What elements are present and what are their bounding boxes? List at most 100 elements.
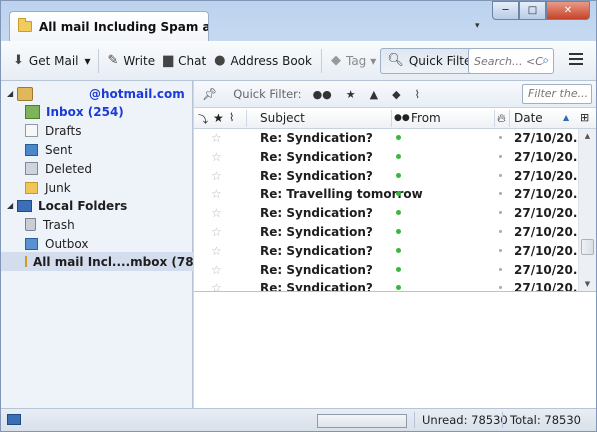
star-column-icon[interactable]: ★ [213, 111, 224, 125]
message-row[interactable]: ☆ Re: Travelling tomorrow 27/10/20... [194, 185, 578, 204]
star-icon[interactable]: ☆ [211, 169, 222, 183]
local-folders-label: Local Folders [38, 198, 128, 213]
unread-dot-icon[interactable] [396, 285, 401, 291]
junk-status-dot[interactable] [499, 136, 502, 139]
message-row[interactable]: ☆ Re: Syndication? 27/10/20... [194, 204, 578, 223]
star-icon[interactable]: ☆ [211, 131, 222, 145]
tag-filter-icon[interactable]: ◆ [392, 88, 400, 101]
folder-deleted[interactable]: Deleted [25, 159, 92, 178]
star-icon[interactable]: ☆ [211, 150, 222, 164]
folder-label: Drafts [45, 123, 82, 138]
message-preview-pane [194, 291, 596, 408]
junk-status-dot[interactable] [499, 173, 502, 177]
filter-placeholder: Filter the... [528, 87, 589, 100]
menu-bar-line [569, 53, 583, 55]
toolbar-separator [320, 48, 322, 73]
pin-icon[interactable]: 📌︎ [202, 87, 217, 101]
column-picker-icon[interactable]: ⊞ [580, 111, 589, 124]
junk-column-icon[interactable]: 🔥︎ [497, 111, 506, 126]
address-book-button[interactable]: ● Address Book [210, 48, 316, 74]
message-subject: Re: Syndication? [260, 224, 373, 239]
attachment-column-icon[interactable]: ⌇ [229, 111, 234, 124]
folder-label: Junk [45, 180, 71, 195]
unread-dot-icon[interactable] [396, 153, 401, 159]
collapse-triangle-icon[interactable]: ◢ [7, 201, 15, 210]
folder-junk[interactable]: Junk [25, 178, 71, 197]
chevron-down-icon: ▾ [84, 53, 91, 68]
star-icon[interactable]: ☆ [211, 206, 222, 220]
folder-all-mail-mbox[interactable]: All mail Incl....mbox (78530) [1, 252, 224, 271]
starred-filter-icon[interactable]: ★ [346, 88, 356, 101]
app-window: All mail Including Spam and ... ▾ ─ □ ✕ … [0, 0, 597, 432]
maximize-button[interactable]: □ [519, 1, 546, 20]
write-button[interactable]: ✎ Write [104, 48, 160, 74]
column-separator [391, 110, 392, 127]
tab-list-dropdown-icon[interactable]: ▾ [475, 21, 480, 31]
read-column-icon[interactable]: ●● [394, 113, 410, 123]
thread-column-icon[interactable]: ⤵ [198, 111, 208, 126]
folder-trash[interactable]: Trash [25, 215, 75, 234]
chat-label: Chat [178, 53, 207, 68]
online-status-icon[interactable] [7, 414, 21, 425]
message-row[interactable]: ☆ Re: Syndication? 27/10/20... [194, 129, 578, 148]
message-row[interactable]: ☆ Re: Syndication? 27/10/20... [194, 167, 578, 186]
get-mail-button[interactable]: ⬇ Get Mail [9, 48, 82, 74]
junk-status-dot[interactable] [499, 248, 502, 252]
junk-status-dot[interactable] [499, 192, 502, 196]
write-label: Write [123, 53, 156, 68]
from-column-header[interactable]: From [411, 111, 441, 125]
folder-label: Sent [45, 142, 73, 157]
star-icon[interactable]: ☆ [211, 225, 222, 239]
junk-status-dot[interactable] [499, 211, 502, 215]
message-row[interactable]: ☆ Re: Syndication? 27/10/20... [194, 242, 578, 261]
unread-dot-icon[interactable] [396, 266, 401, 272]
star-icon[interactable]: ☆ [211, 244, 222, 258]
account-row[interactable]: ◢ @hotmail.com [7, 84, 185, 103]
contact-filter-icon[interactable]: ▲ [370, 88, 378, 101]
unread-dot-icon[interactable] [396, 210, 401, 216]
subject-column-header[interactable]: Subject [260, 111, 305, 125]
message-date: 27/10/20... [514, 206, 578, 221]
junk-status-dot[interactable] [499, 267, 502, 271]
date-column-header[interactable]: Date [514, 111, 543, 125]
folder-pane: ◢ @hotmail.com Inbox (254) Drafts Sent D… [1, 81, 224, 408]
scroll-up-icon[interactable]: ▲ [579, 129, 596, 143]
unread-dot-icon[interactable] [396, 135, 401, 140]
minimize-button[interactable]: ─ [492, 1, 519, 20]
folder-sent[interactable]: Sent [25, 140, 72, 159]
unread-dot-icon[interactable] [396, 247, 401, 253]
get-mail-dropdown-button[interactable]: ▾ [82, 48, 92, 74]
unread-dot-icon[interactable] [396, 172, 401, 178]
message-subject: Re: Syndication? [260, 262, 373, 277]
folder-drafts[interactable]: Drafts [25, 121, 82, 140]
junk-status-dot[interactable] [499, 286, 502, 290]
star-icon[interactable]: ☆ [211, 187, 222, 201]
tab-all-mail[interactable]: All mail Including Spam and ... [9, 11, 209, 41]
unread-dot-icon[interactable] [396, 228, 401, 234]
attachment-filter-icon[interactable]: ⌇ [415, 88, 420, 101]
account-name: @hotmail.com [89, 86, 185, 101]
message-row[interactable]: ☆ Re: Syndication? 27/10/20... [194, 148, 578, 167]
app-menu-button[interactable] [569, 53, 583, 68]
local-folders-row[interactable]: ◢ Local Folders [7, 196, 127, 215]
scroll-down-icon[interactable]: ▼ [579, 277, 596, 291]
folder-inbox[interactable]: Inbox (254) [25, 102, 124, 121]
junk-status-dot[interactable] [499, 229, 502, 233]
search-input[interactable]: Search... <C ⌕ [468, 48, 554, 74]
unread-filter-icon[interactable]: ●● [313, 88, 332, 101]
folder-outbox[interactable]: Outbox [25, 234, 88, 253]
chat-button[interactable]: ▆ Chat [159, 48, 210, 74]
scrollbar-thumb[interactable] [581, 239, 594, 255]
collapse-triangle-icon[interactable]: ◢ [7, 89, 15, 98]
tag-button[interactable]: ◆ Tag ▾ [327, 48, 380, 74]
star-icon[interactable]: ☆ [211, 263, 222, 277]
junk-status-dot[interactable] [499, 154, 502, 158]
filter-messages-input[interactable]: Filter the... [522, 84, 592, 104]
message-row[interactable]: ☆ Re: Syndication? 27/10/20... [194, 223, 578, 242]
trash-icon [25, 218, 36, 231]
close-button[interactable]: ✕ [546, 1, 590, 20]
message-row[interactable]: ☆ Re: Syndication? 27/10/20... [194, 261, 578, 280]
message-row[interactable]: ☆ Re: Syndication? 27/10/20... [194, 279, 578, 291]
message-list-scrollbar[interactable]: ▲ ▼ [578, 129, 596, 291]
star-icon[interactable]: ☆ [211, 281, 222, 291]
